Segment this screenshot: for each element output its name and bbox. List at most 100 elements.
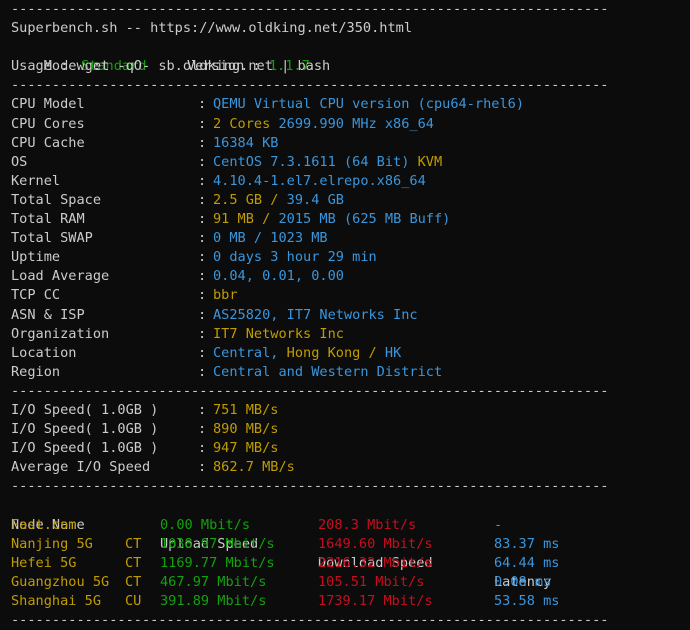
sysinfo-key: Location (11, 344, 77, 361)
io-speed-key: I/O Speed( 1.0GB ) (11, 401, 159, 418)
sysinfo-colon: : (198, 363, 207, 380)
node-name: Shanghai 5G (11, 592, 102, 609)
sysinfo-row: Total Space:2.5 GB / 39.4 GB (11, 191, 681, 210)
sysinfo-row: Region: Central and Western District (11, 363, 681, 382)
upload-speed: 1169.77 Mbit/s (160, 554, 275, 571)
io-speed-row: I/O Speed( 1.0GB ):890 MB/s (11, 420, 681, 439)
sysinfo-value: 0.04, 0.01, 0.00 (213, 267, 344, 286)
speedtest-row: Shanghai 5G CU 391.89 Mbit/s 1739.17 Mbit/s… (11, 592, 681, 611)
sysinfo-value-part: 2 Cores (213, 115, 279, 132)
separator-line: ----------------------------------------… (11, 612, 609, 628)
sysinfo-row: CPU Cache:16384 KB (11, 134, 681, 153)
sysinfo-value: 4.10.4-1.el7.elrepo.x86_64 (213, 172, 426, 191)
sysinfo-value: 91 MB / 2015 MB (625 MB Buff) (213, 210, 450, 229)
io-speed-key: Average I/O Speed (11, 459, 151, 476)
sysinfo-colon: : (198, 153, 207, 170)
sysinfo-value-part: QEMU Virtual CPU version (cpu64-rhel6) (213, 96, 524, 113)
io-speed-section: I/O Speed( 1.0GB ):751 MB/s I/O Speed( 1.… (11, 401, 681, 477)
latency: 64.44 ms (494, 554, 560, 571)
upload-speed: 391.89 Mbit/s (160, 592, 267, 609)
sysinfo-colon: : (198, 249, 207, 266)
sysinfo-value-part: KVM (417, 153, 443, 170)
sysinfo-key: CPU Cores (11, 115, 85, 132)
sysinfo-value-part: AS25820, IT7 Networks Inc (213, 306, 418, 323)
sysinfo-value-part: IT7 Networks Inc (213, 325, 344, 342)
io-speed-row: I/O Speed( 1.0GB ):751 MB/s (11, 401, 681, 420)
io-speed-colon: : (198, 440, 207, 457)
usage-line: Usage : wget -qO- sb.oldking.net | bash (11, 58, 331, 75)
sysinfo-row: Load Average:0.04, 0.01, 0.00 (11, 267, 681, 286)
sysinfo-value: Central, Hong Kong / HK (213, 344, 401, 363)
upload-speed: 0.00 Mbit/s (160, 516, 251, 533)
node-isp: CT (125, 535, 142, 552)
sysinfo-value-part: 2699.990 MHz x86_64 (278, 115, 434, 132)
sysinfo-colon: : (198, 115, 207, 132)
speedtest-row: Fast.com 0.00 Mbit/s 208.3 Mbit/s - (11, 516, 681, 535)
download-speed: 1739.17 Mbit/s (318, 592, 433, 609)
sysinfo-value: 0 days 3 hour 29 min (213, 248, 377, 267)
sysinfo-value-part: HK (384, 344, 402, 361)
terminal-window[interactable]: ----------------------------------------… (11, 0, 681, 630)
io-speed-key: I/O Speed( 1.0GB ) (11, 421, 159, 438)
sysinfo-value: IT7 Networks Inc (213, 325, 344, 344)
sysinfo-row: CPU Model: QEMU Virtual CPU version (cpu6… (11, 95, 681, 114)
download-speed: 208.3 Mbit/s (318, 516, 417, 533)
sysinfo-colon: : (198, 172, 207, 189)
sysinfo-value: 2.5 GB / 39.4 GB (213, 191, 344, 210)
sysinfo-colon: : (198, 230, 207, 247)
sysinfo-colon: : (198, 134, 207, 151)
sysinfo-colon: : (198, 211, 207, 228)
sysinfo-row: ASN & ISP: AS25820, IT7 Networks Inc (11, 306, 681, 325)
latency: 83.37 ms (494, 535, 560, 552)
sysinfo-row: Organization: IT7 Networks Inc (11, 325, 681, 344)
node-isp: CT (125, 573, 142, 590)
node-name: Nanjing 5G (11, 535, 93, 552)
download-speed: 2216.32 Mbit/s (318, 554, 433, 571)
sysinfo-value-part: 16384 KB (213, 134, 279, 151)
sysinfo-colon: : (198, 191, 207, 208)
sysinfo-value-part: Central, (213, 344, 287, 361)
sysinfo-value: bbr (213, 286, 238, 305)
io-speed-colon: : (198, 421, 207, 438)
sysinfo-key: Load Average (11, 268, 110, 285)
sysinfo-value: Central and Western District (213, 363, 442, 382)
sysinfo-key: CPU Model (11, 96, 85, 113)
latency: - (494, 516, 503, 533)
sysinfo-row: TCP CC: bbr (11, 286, 681, 305)
sysinfo-key: Uptime (11, 249, 61, 266)
sysinfo-key: Total RAM (11, 211, 85, 228)
sysinfo-value-part: 0 days 3 hour 29 min (213, 249, 377, 266)
speedtest-rows: Fast.com 0.00 Mbit/s 208.3 Mbit/s - Nanjing … (11, 516, 681, 611)
upload-speed: 1038.97 Mbit/s (160, 535, 275, 552)
sysinfo-row: Total SWAP:0 MB / 1023 MB (11, 229, 681, 248)
sysinfo-row: Location: Central, Hong Kong / HK (11, 344, 681, 363)
mode-version-line: Mode : Standard Version : 1.1.7 (11, 38, 681, 74)
sysinfo-key: Total SWAP (11, 230, 93, 247)
io-speed-value: 862.7 MB/s (213, 459, 295, 476)
node-name: Guangzhou 5G (11, 573, 110, 590)
sysinfo-value: AS25820, IT7 Networks Inc (213, 306, 418, 325)
sysinfo-key: OS (11, 153, 28, 170)
sysinfo-value-part: (625 MB Buff) (335, 211, 451, 228)
node-isp: CT (125, 554, 142, 571)
sysinfo-row: Kernel:4.10.4-1.el7.elrepo.x86_64 (11, 172, 681, 191)
io-speed-row: I/O Speed( 1.0GB ):947 MB/s (11, 439, 681, 458)
speedtest-header-row: Node Name Upload Speed Download Speed La… (11, 496, 681, 590)
separator-line: ----------------------------------------… (11, 382, 609, 399)
io-speed-key: I/O Speed( 1.0GB ) (11, 440, 159, 457)
sysinfo-colon: : (198, 306, 207, 323)
upload-speed: 467.97 Mbit/s (160, 573, 267, 590)
sysinfo-colon: : (198, 344, 207, 361)
latency: 53.58 ms (494, 592, 560, 609)
speedtest-row: Hefei 5G CT 1169.77 Mbit/s 2216.32 Mbit/s 64… (11, 554, 681, 573)
sysinfo-value-part: Central and Western District (213, 363, 443, 380)
latency: 0.08 ms (494, 573, 552, 590)
sysinfo-colon: : (198, 325, 207, 342)
node-name: Fast.com (11, 516, 77, 533)
sysinfo-value: QEMU Virtual CPU version (cpu64-rhel6) (213, 95, 524, 114)
download-speed: 1649.60 Mbit/s (318, 535, 433, 552)
sysinfo-value: 2 Cores 2699.990 MHz x86_64 (213, 115, 434, 134)
sysinfo-value: CentOS 7.3.1611 (64 Bit) KVM (213, 153, 442, 172)
sysinfo-value-part: 0.04, 0.01, 0.00 (213, 268, 344, 285)
sysinfo-value-part: Hong Kong / (286, 344, 385, 361)
